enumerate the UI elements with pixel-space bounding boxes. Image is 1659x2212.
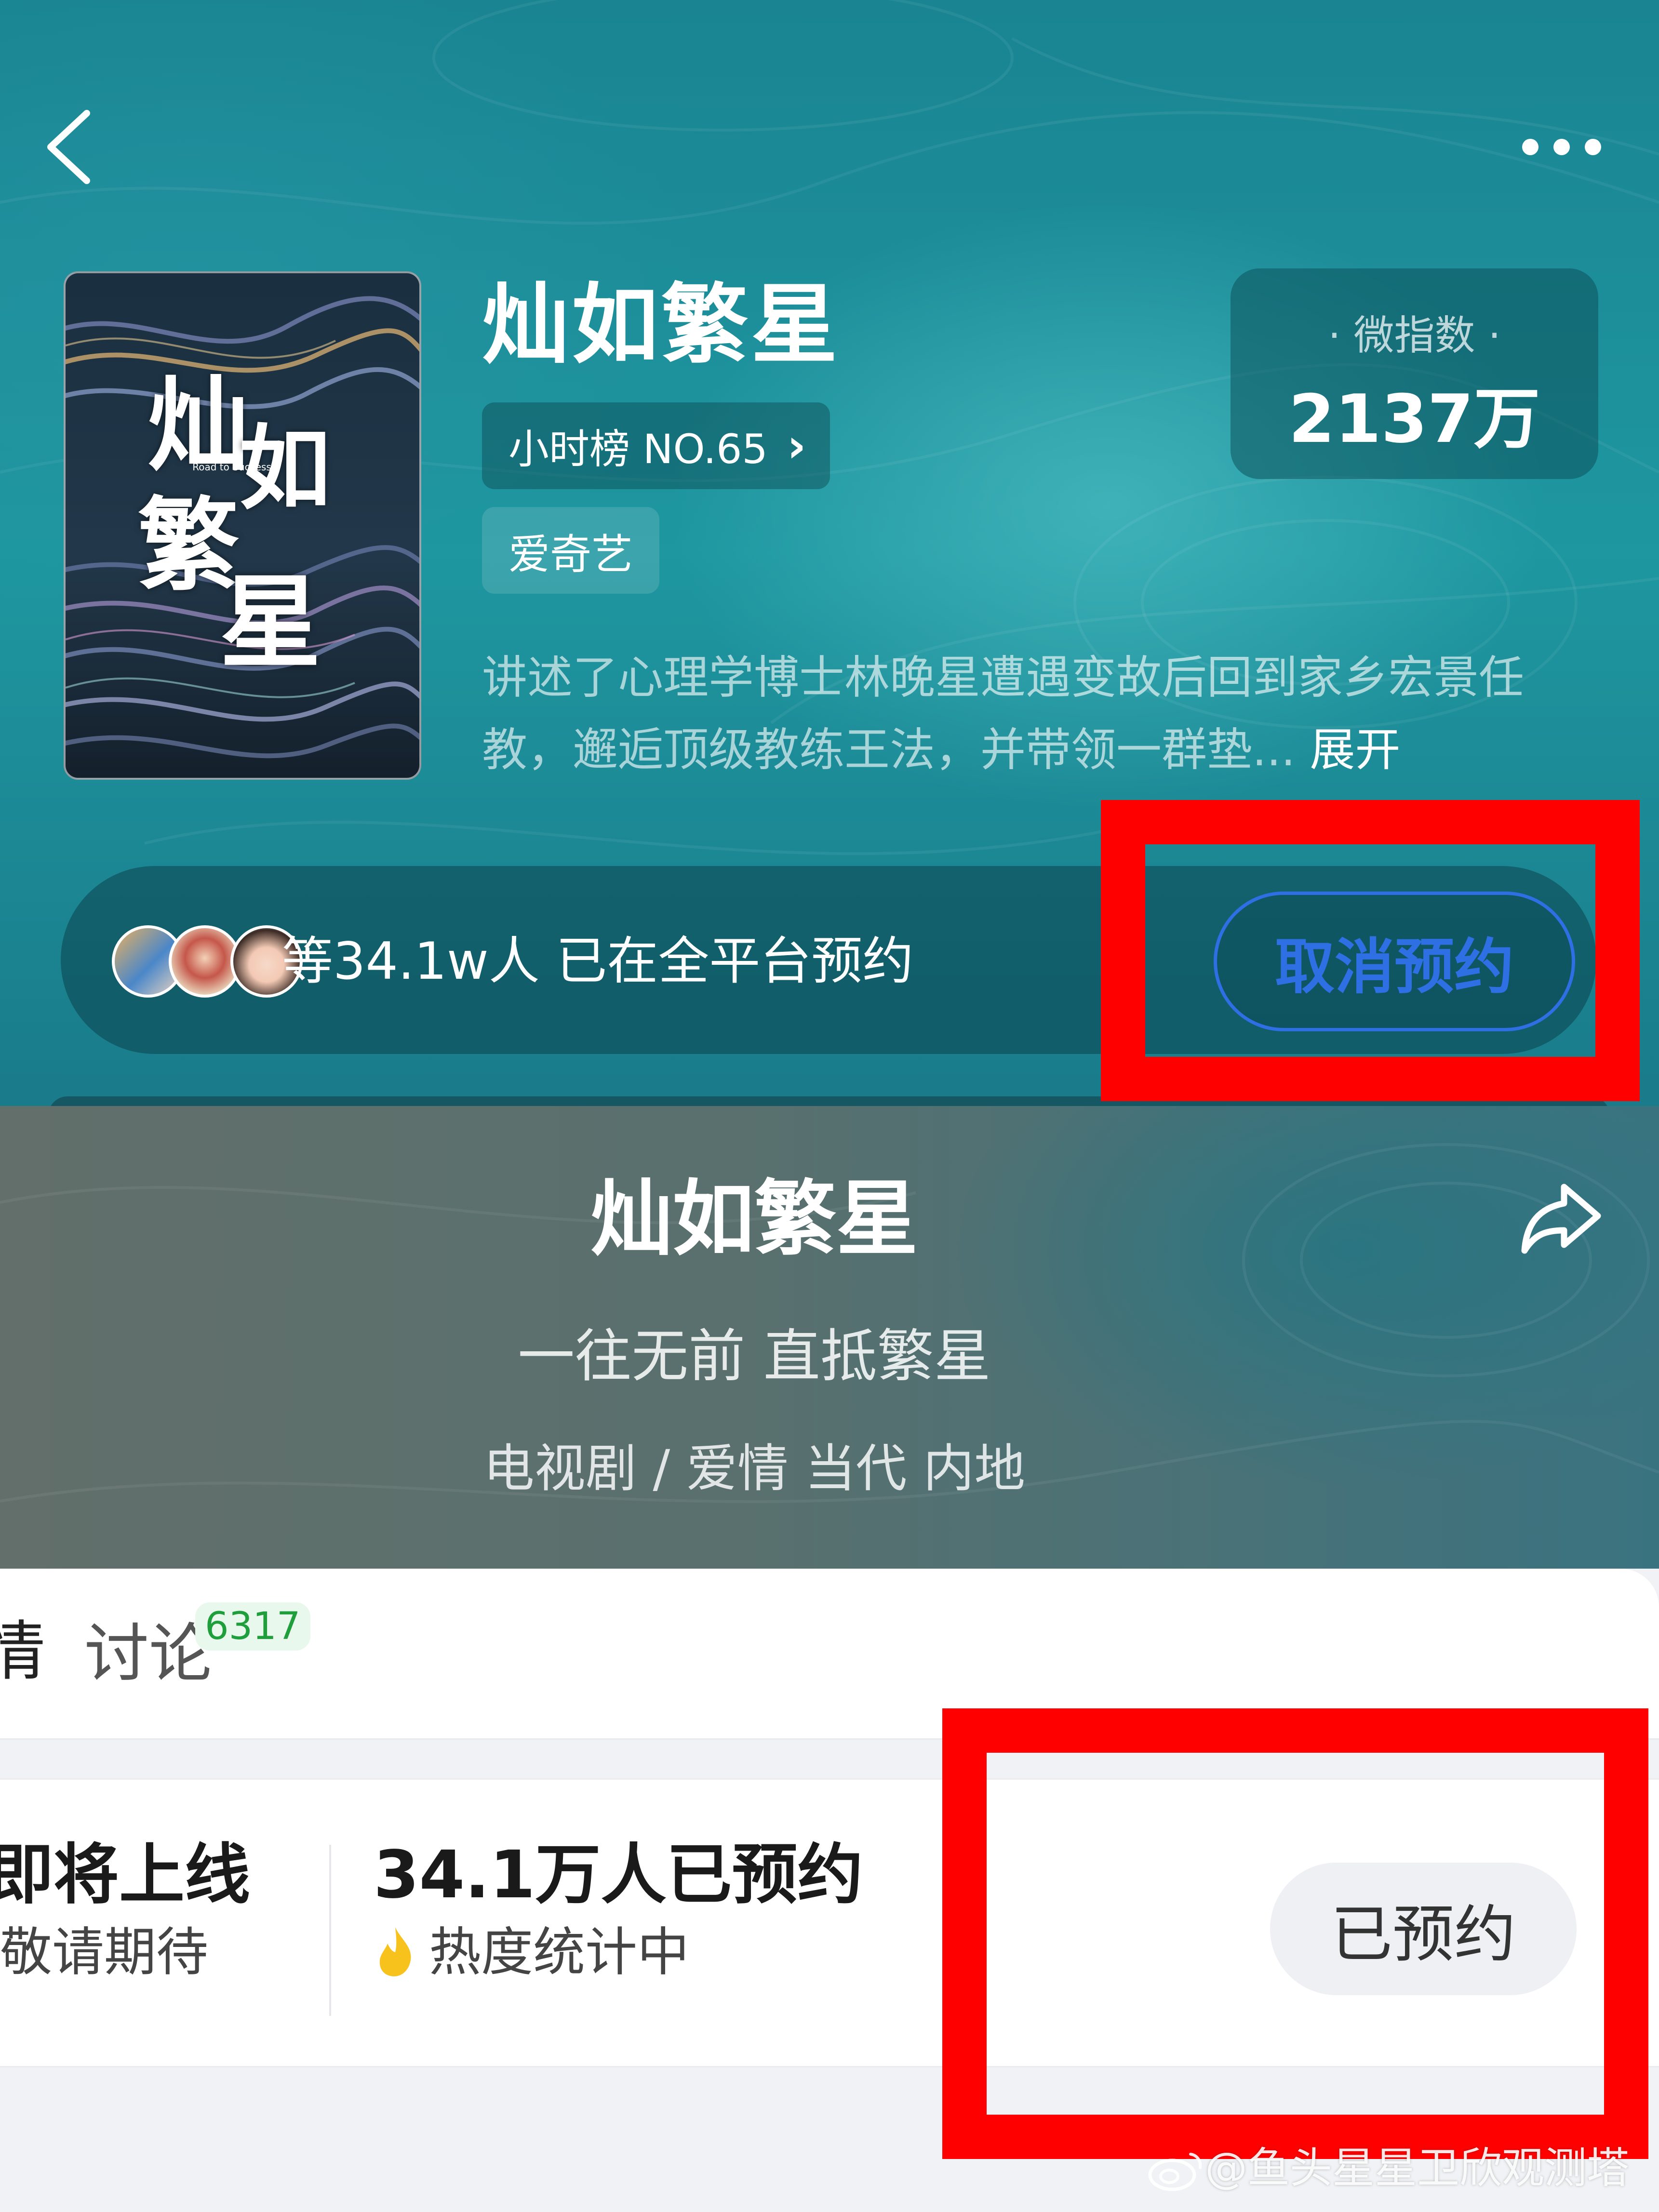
hourly-rank-chip[interactable]: 小时榜 NO.65 › bbox=[482, 402, 830, 489]
poster-wave-art bbox=[66, 296, 419, 759]
show-poster[interactable]: 灿 如 繁 星 Road to Success bbox=[64, 271, 421, 780]
detail-title: 灿如繁星 bbox=[590, 1172, 918, 1267]
tab-details[interactable]: 情 bbox=[0, 1619, 45, 1684]
divider bbox=[329, 1845, 331, 2016]
poster-title-char: 灿 bbox=[147, 365, 249, 484]
weiindex-label: · 微指数 · bbox=[1328, 312, 1501, 359]
show-detail-panel: 灿如繁星 一往无前 直抵繁星 电视剧 / 爱情 当代 内地 bbox=[0, 1106, 1659, 1569]
synopsis: 讲述了心理学博士林晚星遭遇变故后回到家乡宏景任教，邂逅顶级教练王法，并带领一群垫… bbox=[482, 642, 1571, 786]
flame-icon bbox=[379, 1927, 411, 1976]
highlight-box-reserved bbox=[942, 1708, 1648, 2159]
share-arrow-icon[interactable] bbox=[1516, 1173, 1607, 1265]
tagline: 一往无前 直抵繁星 bbox=[518, 1323, 991, 1389]
weibo-logo-icon bbox=[1148, 2153, 1202, 2191]
weiindex-card[interactable]: · 微指数 · 2137万 bbox=[1231, 268, 1598, 479]
chevron-right-icon: › bbox=[787, 419, 806, 473]
watermark-text: @鱼头星星卫欣观测塔 bbox=[1205, 2143, 1630, 2193]
more-dots-icon[interactable] bbox=[1513, 123, 1610, 171]
upcoming-status: 即将上线 bbox=[0, 1837, 250, 1913]
weiindex-value: 2137万 bbox=[1288, 380, 1540, 458]
poster-subtitle: Road to Success bbox=[192, 461, 271, 473]
tab-discussion[interactable]: 讨论 bbox=[84, 1622, 214, 1686]
show-title: 灿如繁星 bbox=[482, 275, 841, 375]
discussion-count-badge: 6317 bbox=[195, 1602, 310, 1651]
reservation-count-text: 等34.1w人 已在全平台预约 bbox=[282, 932, 914, 991]
back-chevron-icon[interactable] bbox=[39, 106, 101, 188]
rank-label: 小时榜 NO.65 bbox=[508, 425, 768, 473]
platform-chip[interactable]: 爱奇艺 bbox=[482, 507, 659, 594]
highlight-box-cancel bbox=[1101, 800, 1640, 1101]
upcoming-subtext: 敬请期待 bbox=[0, 1922, 209, 1983]
expand-link[interactable]: 展开 bbox=[1310, 724, 1401, 776]
heat-status: 热度统计中 bbox=[429, 1922, 690, 1983]
poster-title-char: 星 bbox=[220, 563, 321, 682]
reserved-count: 34.1万人已预约 bbox=[374, 1837, 863, 1913]
genre-tags: 电视剧 / 爱情 当代 内地 bbox=[483, 1439, 1026, 1498]
